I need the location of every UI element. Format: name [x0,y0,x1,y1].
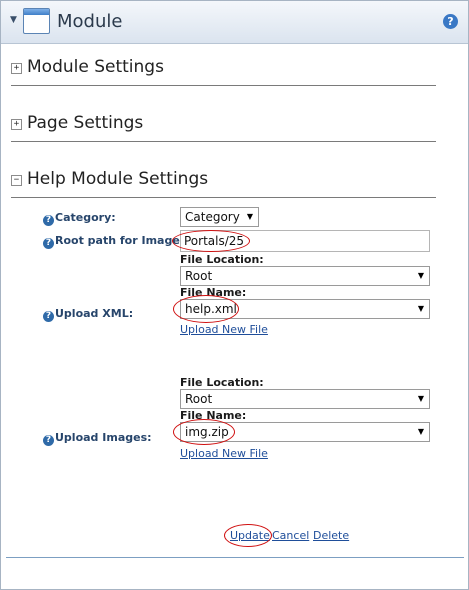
section-title[interactable]: Module Settings [27,57,164,77]
upload-images-label: ? Upload Images: [43,431,152,446]
help-question-icon[interactable]: ? [43,311,54,322]
category-select[interactable]: Category ▼ [180,207,259,227]
expand-icon[interactable]: + [11,119,22,130]
delete-link[interactable]: Delete [313,529,349,542]
section-module-settings[interactable]: + Module Settings [11,57,436,86]
help-question-icon[interactable]: ? [43,238,54,249]
help-icon[interactable]: ? [443,14,458,29]
update-link[interactable]: Update [230,529,270,542]
upload-xml-label: ? Upload XML: [43,307,133,322]
cancel-link[interactable]: Cancel [272,529,309,542]
expand-icon[interactable]: + [11,63,22,74]
help-question-icon[interactable]: ? [43,435,54,446]
xml-file-name-label: File Name: [180,286,247,299]
upload-new-images-link[interactable]: Upload New File [180,447,268,460]
module-window: ▼ Module ? + Module Settings + Page Sett… [0,0,469,590]
category-label: ? Category: [43,211,116,226]
xml-file-location-select[interactable]: Root ▼ [180,266,430,286]
images-file-location-select[interactable]: Root ▼ [180,389,430,409]
section-page-settings[interactable]: + Page Settings [11,113,436,142]
images-file-name-label: File Name: [180,409,247,422]
root-path-label: ? Root path for Images: [43,234,191,249]
bottom-divider [6,557,464,558]
dropdown-arrow-icon[interactable]: ▼ [418,267,424,285]
dropdown-arrow-icon[interactable]: ▼ [418,300,424,318]
dropdown-arrow-icon[interactable]: ▼ [418,390,424,408]
dropdown-arrow-icon[interactable]: ▼ [247,208,253,226]
section-title[interactable]: Help Module Settings [27,169,208,189]
upload-new-xml-link[interactable]: Upload New File [180,323,268,336]
title-bar: ▼ Module ? [1,1,468,44]
xml-file-location-label: File Location: [180,253,264,266]
collapse-icon[interactable]: − [11,175,22,186]
section-title[interactable]: Page Settings [27,113,143,133]
collapse-chevron-icon[interactable]: ▼ [10,15,17,25]
window-title: Module [57,11,123,32]
section-help-module-settings[interactable]: − Help Module Settings [11,169,436,198]
images-file-location-label: File Location: [180,376,264,389]
images-file-name-select[interactable]: img.zip ▼ [180,422,430,442]
dropdown-arrow-icon[interactable]: ▼ [418,423,424,441]
xml-file-name-select[interactable]: help.xml ▼ [180,299,430,319]
help-question-icon[interactable]: ? [43,215,54,226]
root-path-input[interactable]: Portals/25 [180,230,430,252]
window-icon [23,8,50,34]
